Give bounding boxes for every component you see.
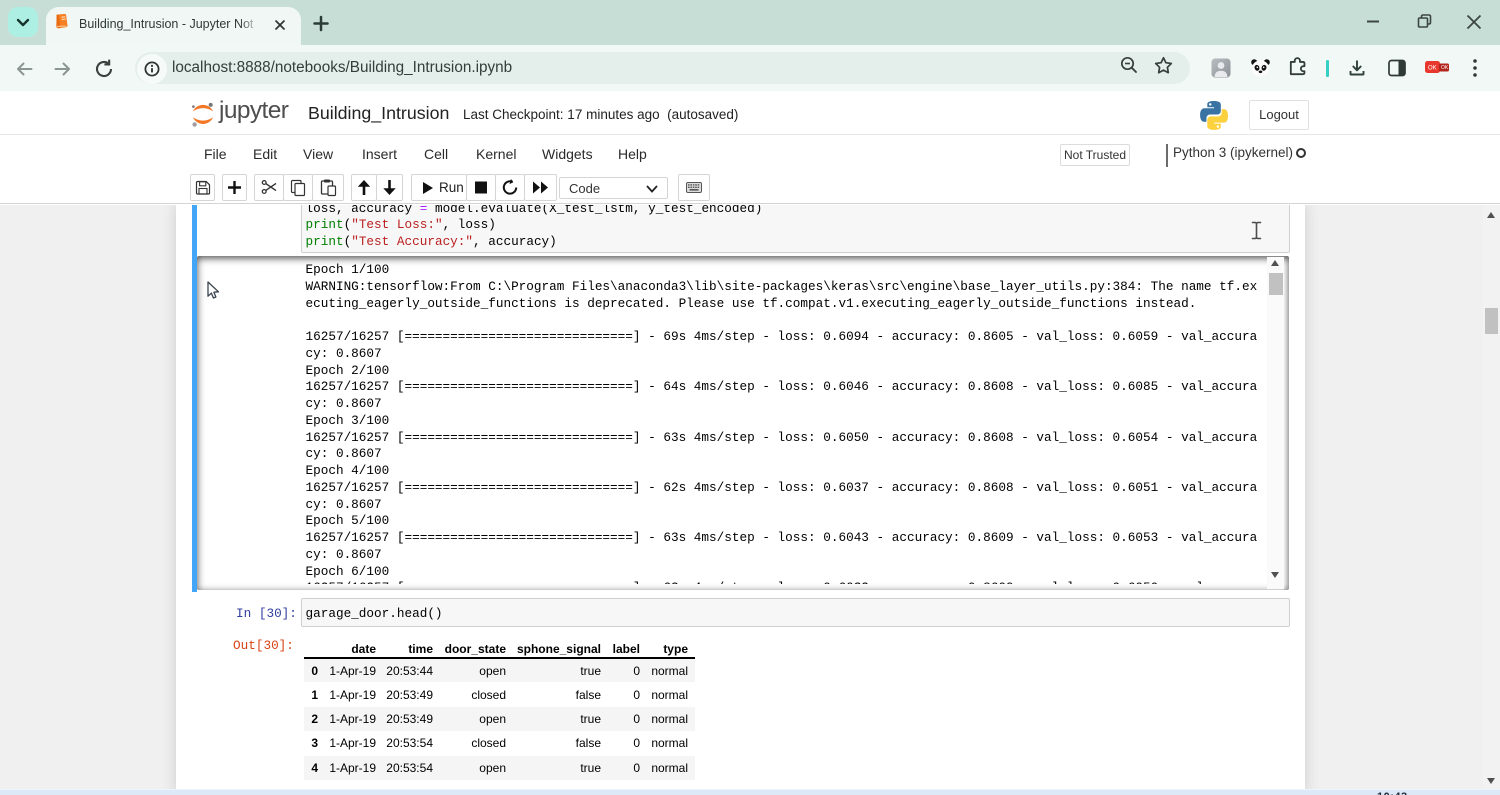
svg-text:OK: OK <box>1428 66 1437 72</box>
svg-text:OK: OK <box>1441 65 1449 71</box>
